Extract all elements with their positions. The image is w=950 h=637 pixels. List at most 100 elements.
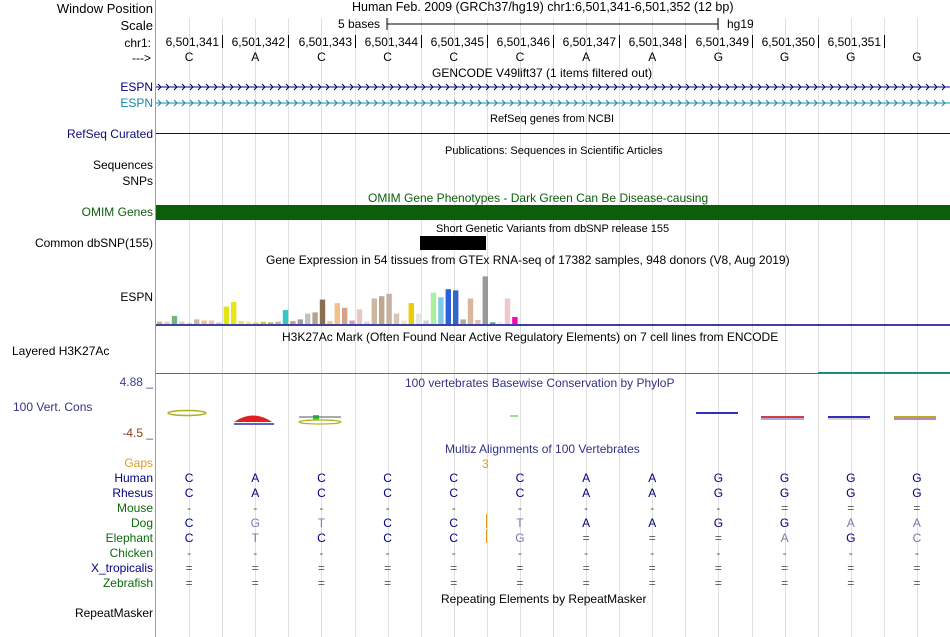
gtex-tissue-bar [349,320,355,324]
track-label-gtex-espn[interactable]: ESPN [120,290,153,304]
gtex-tissue-bar [238,321,244,324]
reference-base: A [251,50,260,64]
alignment-base: = [317,576,325,590]
alignment-base: G [779,516,790,530]
alignment-base: C [184,531,194,545]
gtex-tissue-bar [223,306,229,324]
gtex-tissue-bar [467,298,474,324]
ruler-position-label: 6,501,349 [695,35,749,49]
alignment-base: = [251,561,259,575]
alignment-base: - [782,546,787,560]
ruler-tick [818,35,819,48]
alignment-base: - [187,546,192,560]
espn-gene-feature-2[interactable] [156,99,950,107]
track-label-layered-h3k27ac[interactable]: Layered H3K27Ac [12,344,109,358]
ruler-tick [685,35,686,48]
alignment-base: A [251,471,260,485]
gtex-tissue-bar [290,321,296,324]
track-image-area[interactable]: Human Feb. 2009 (GRCh37/hg19) chr1:6,501… [156,0,950,637]
track-label-espn-gencode-2[interactable]: ESPN [120,96,153,110]
alignment-base: = [516,561,524,575]
gtex-tissue-bar [401,320,407,324]
gtex-tissue-bar [327,321,333,324]
gtex-tissue-bar [275,321,281,324]
gtex-tissue-bar [356,309,363,324]
alignment-base: = [582,531,590,545]
gtex-expression-chart[interactable] [156,266,950,328]
ruler-position-label: 6,501,341 [165,35,219,49]
track-label-refseq-curated[interactable]: RefSeq Curated [67,127,153,141]
species-label: Mouse [116,501,153,515]
gap-marker [486,514,487,528]
conservation-max-value: 4.88 _ [119,375,153,389]
reference-base: C [317,50,326,64]
gtex-tissue-bar [194,319,200,324]
gtex-tissue-bar [371,298,377,324]
alignment-base: - [253,501,258,515]
alignment-base: T [251,531,259,545]
reference-base: C [515,50,525,64]
alignment-base: = [648,531,656,545]
alignment-base: = [185,561,193,575]
multiz-track-title: Multiz Alignments of 100 Vertebrates [445,442,640,456]
species-label: Elephant [105,531,153,545]
alignment-base: G [713,486,724,500]
alignment-base: = [847,576,855,590]
track-label-100-vert-cons[interactable]: 100 Vert. Cons [13,400,92,414]
alignment-base: T [516,516,524,530]
gtex-tissue-bar [490,322,496,324]
alignment-base: - [319,546,324,560]
species-label: Dog [130,516,153,530]
alignment-base: C [184,516,194,530]
alignment-base: - [253,546,258,560]
h3k27ac-signal[interactable] [156,373,950,374]
alignment-base: A [582,486,591,500]
reference-base: C [184,50,194,64]
track-label-repeatmasker[interactable]: RepeatMasker [75,606,153,620]
scale-bar-db: hg19 [727,17,754,31]
alignment-base: = [714,561,722,575]
ruler-position-label: 6,501,348 [628,35,682,49]
alignment-base: = [384,561,392,575]
alignment-base: C [383,516,392,530]
track-label-omim-genes[interactable]: OMIM Genes [82,205,153,219]
gtex-tissue-bar [408,303,414,324]
ruler-tick [487,35,488,48]
gtex-tissue-bar [157,321,163,324]
ruler-position-label: 6,501,350 [761,35,815,49]
alignment-base: A [251,486,260,500]
gtex-tissue-bar [334,303,340,324]
alignment-base: = [714,576,722,590]
alignment-base: G [846,471,856,485]
conservation-logo-track[interactable] [156,405,950,431]
track-label-snps[interactable]: SNPs [122,174,153,188]
alignment-base: = [913,501,921,515]
omim-gene-feature[interactable] [156,205,950,220]
alignment-base: = [516,576,524,590]
gtex-tissue-bar [482,276,488,324]
h3k27ac-signal-peak[interactable] [818,372,950,373]
ruler-tick [884,35,885,48]
scale-bar [386,18,719,30]
gtex-tissue-bar [512,317,518,324]
track-label-common-dbsnp[interactable]: Common dbSNP(155) [35,236,153,250]
track-label-sequences[interactable]: Sequences [93,158,153,172]
dbsnp-variant-feature[interactable] [420,236,486,250]
refseq-gene-line[interactable] [156,133,950,134]
espn-gene-feature[interactable] [156,83,950,91]
gtex-tissue-bar [460,319,466,324]
gtex-tissue-bar [297,319,303,324]
alignment-base: G [515,531,525,545]
gtex-tissue-bar [260,321,266,324]
reference-base: A [648,50,657,64]
species-label: Human [114,471,153,485]
gtex-tissue-bar [201,320,207,324]
alignment-base: - [650,546,655,560]
track-label-espn-gencode[interactable]: ESPN [120,80,153,94]
alignment-base: A [648,516,657,530]
genome-browser-view: Window Position Scale chr1: ---> ESPN ES… [0,0,950,637]
repeatmasker-track-title: Repeating Elements by RepeatMasker [441,592,647,606]
reference-base: G [912,50,922,64]
alignment-base: C [449,516,459,530]
alignment-base: = [384,576,392,590]
